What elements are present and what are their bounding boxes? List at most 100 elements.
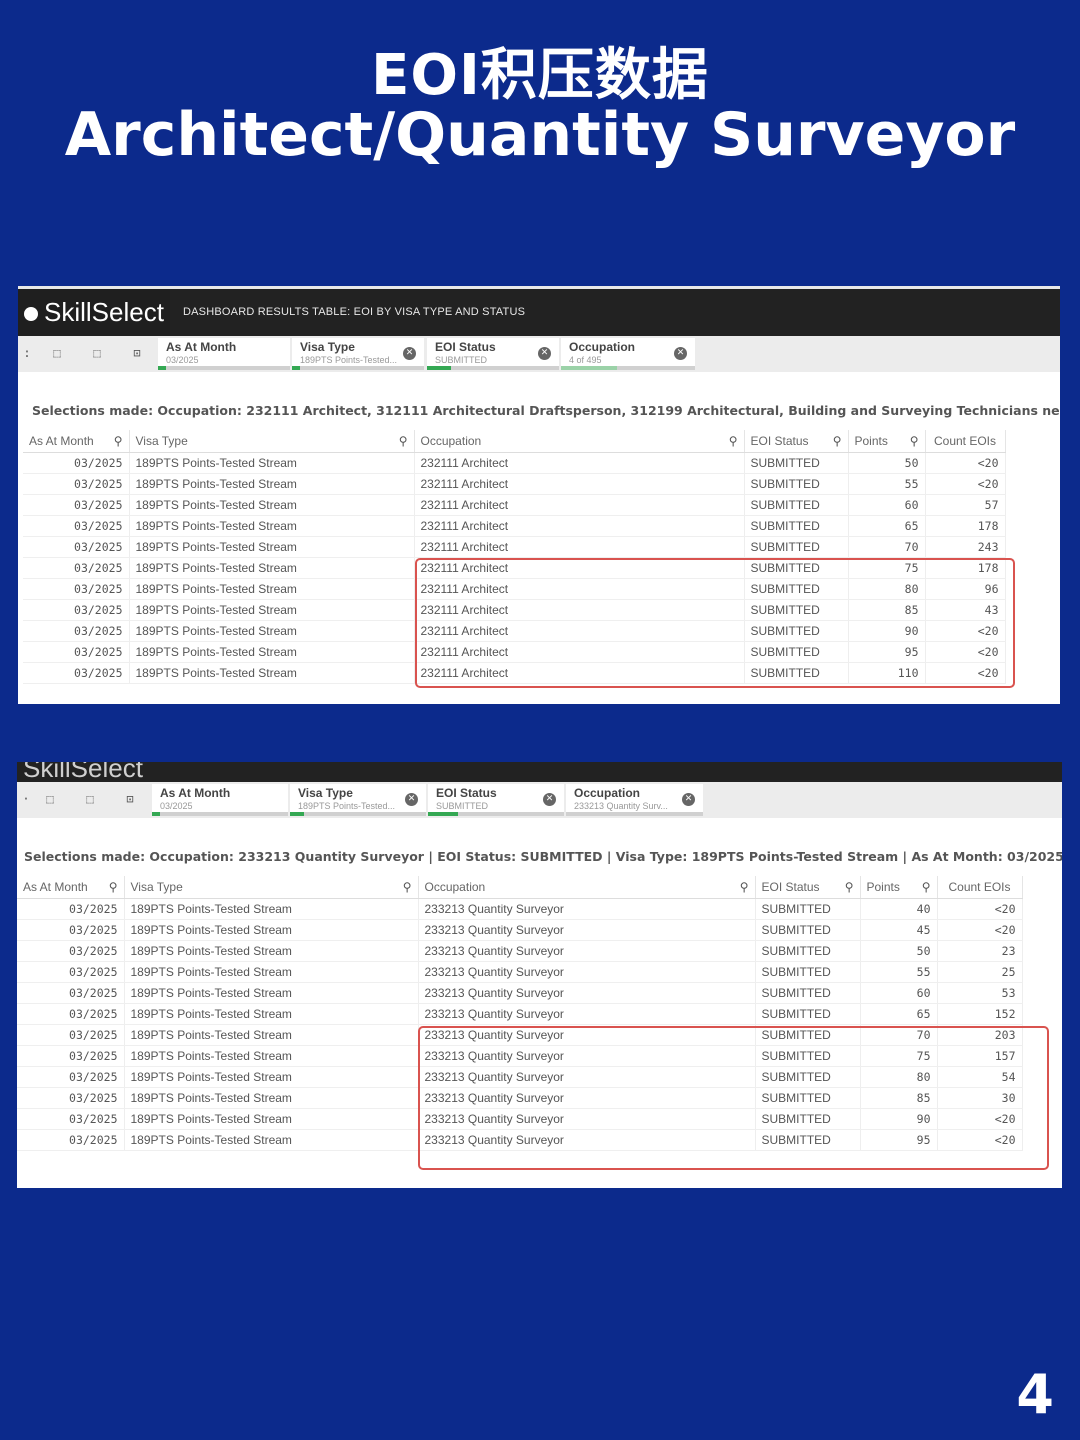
search-icon[interactable]: ⚲ [845,880,854,894]
column-header-count-eois[interactable]: Count EOIs [925,430,1006,453]
selection-forward-icon[interactable]: ⬚ [81,791,99,807]
filter-bar-indicator [427,366,451,370]
cell-points: 55 [860,961,938,983]
column-header-as-at-month[interactable]: As At Month ⚲ [17,876,125,899]
selection-forward-icon[interactable]: ⬚ [88,345,106,361]
cell-eoi-status: SUBMITTED [744,494,849,516]
filter-chip-eoi-status[interactable]: EOI Status SUBMITTED ✕ [427,338,559,370]
page-title: EOI积压数据 [371,43,709,108]
clear-filter-icon[interactable]: ✕ [538,347,551,360]
table-row[interactable]: 03/2025 189PTS Points-Tested Stream 233213… [17,919,1023,941]
column-header-points[interactable]: Points ⚲ [860,876,938,899]
search-icon[interactable]: ⚲ [833,434,842,448]
table-row[interactable]: 03/2025 189PTS Points-Tested Stream 232111… [23,515,1006,537]
search-icon[interactable]: ⚲ [740,880,749,894]
column-header-label: Points [866,880,900,894]
column-header-visa-type[interactable]: Visa Type ⚲ [129,430,415,453]
search-icon[interactable]: ⚲ [403,880,412,894]
cell-visa-type: 189PTS Points-Tested Stream [129,452,415,474]
filter-value: 03/2025 [166,355,199,365]
cell-eoi-status: SUBMITTED [744,452,849,474]
column-header-points[interactable]: Points ⚲ [848,430,926,453]
filter-chip-visa-type[interactable]: Visa Type 189PTS Points-Tested... ✕ [290,784,426,816]
filter-value: 233213 Quantity Surv... [574,801,668,811]
table-row[interactable]: 03/2025 189PTS Points-Tested Stream 233213… [17,982,1023,1004]
table-row[interactable]: 03/2025 189PTS Points-Tested Stream 233213… [17,1003,1023,1025]
filter-label: As At Month [166,340,237,354]
table-row[interactable]: 03/2025 189PTS Points-Tested Stream 233213… [17,961,1023,983]
filter-chip-occupation[interactable]: Occupation 233213 Quantity Surv... ✕ [566,784,703,816]
column-header-label: As At Month [29,434,94,448]
filter-label: Visa Type [298,786,353,800]
logo-icon [24,307,38,322]
filter-chip-visa-type[interactable]: Visa Type 189PTS Points-Tested... ✕ [292,338,424,370]
column-header-label: Points [854,434,888,448]
cell-occupation: 232111 Architect [414,536,745,558]
cell-visa-type: 189PTS Points-Tested Stream [129,641,415,663]
selection-back-icon[interactable]: ⬚ [41,791,59,807]
skillselect-logo: SkillSelect [18,289,170,336]
filter-chip-as-at-month[interactable]: As At Month 03/2025 [158,338,290,370]
cell-occupation: 232111 Architect [414,515,745,537]
clear-selections-icon[interactable]: ⊡ [128,345,146,361]
cell-count-eois: 25 [937,961,1023,983]
table-row[interactable]: 03/2025 189PTS Points-Tested Stream 232111… [23,452,1006,474]
table-row[interactable]: 03/2025 189PTS Points-Tested Stream 232111… [23,473,1006,495]
highlight-box [418,1026,1049,1170]
clear-filter-icon[interactable]: ✕ [405,793,418,806]
cell-as-at-month: 03/2025 [17,1045,125,1067]
column-header-eoi-status[interactable]: EOI Status ⚲ [755,876,861,899]
cell-as-at-month: 03/2025 [17,1024,125,1046]
search-icon[interactable]: ⚲ [109,880,118,894]
cell-visa-type: 189PTS Points-Tested Stream [129,662,415,684]
selection-back-icon[interactable]: ⬚ [48,345,66,361]
column-header-label: Visa Type [135,434,188,448]
cell-count-eois: 53 [937,982,1023,1004]
column-header-as-at-month[interactable]: As At Month ⚲ [23,430,130,453]
screenshot-panel-architect: SkillSelect DASHBOARD RESULTS TABLE: EOI… [18,286,1060,704]
clear-filter-icon[interactable]: ✕ [403,347,416,360]
search-icon[interactable]: ⚲ [114,434,123,448]
table-row[interactable]: 03/2025 189PTS Points-Tested Stream 233213… [17,940,1023,962]
clear-selections-icon[interactable]: ⊡ [121,791,139,807]
filter-bar-indicator [152,812,160,816]
search-icon[interactable]: ⚲ [922,880,931,894]
filter-bar: · ⬚ ⬚ ⊡ As At Month 03/2025 Visa Type 18… [17,782,1062,818]
clear-filter-icon[interactable]: ✕ [543,793,556,806]
dot-icon[interactable]: · [17,791,35,807]
filter-chip-occupation[interactable]: Occupation 4 of 495 ✕ [561,338,695,370]
column-header-visa-type[interactable]: Visa Type ⚲ [124,876,419,899]
column-header-occupation[interactable]: Occupation ⚲ [418,876,756,899]
search-icon[interactable]: ⚲ [399,434,408,448]
clear-filter-icon[interactable]: ✕ [674,347,687,360]
filter-value: SUBMITTED [436,801,489,811]
cell-visa-type: 189PTS Points-Tested Stream [129,494,415,516]
cell-points: 50 [848,452,926,474]
page-number: 4 [1016,1363,1054,1426]
search-icon[interactable]: ⚲ [910,434,919,448]
column-header-label: Occupation [420,434,482,448]
column-header-eoi-status[interactable]: EOI Status ⚲ [744,430,849,453]
filter-value: 189PTS Points-Tested... [300,355,398,365]
column-header-occupation[interactable]: Occupation ⚲ [414,430,745,453]
filter-value: 4 of 495 [569,355,602,365]
selections-made: Selections made: Occupation: 233213 Quan… [24,849,1062,864]
dot-icon[interactable]: : [18,345,36,361]
cell-eoi-status: SUBMITTED [755,1003,861,1025]
filter-chip-as-at-month[interactable]: As At Month 03/2025 [152,784,288,816]
cell-as-at-month: 03/2025 [17,1129,125,1151]
cell-visa-type: 189PTS Points-Tested Stream [129,515,415,537]
clear-filter-icon[interactable]: ✕ [682,793,695,806]
search-icon[interactable]: ⚲ [729,434,738,448]
table-row[interactable]: 03/2025 189PTS Points-Tested Stream 232111… [23,494,1006,516]
filter-chip-eoi-status[interactable]: EOI Status SUBMITTED ✕ [428,784,564,816]
cell-visa-type: 189PTS Points-Tested Stream [129,557,415,579]
cell-visa-type: 189PTS Points-Tested Stream [124,898,419,920]
column-header-count-eois[interactable]: Count EOIs [937,876,1023,899]
table-header-row: As At Month ⚲ Visa Type ⚲ Occupation ⚲ EOI … [23,430,1006,453]
table-row[interactable]: 03/2025 189PTS Points-Tested Stream 232111… [23,536,1006,558]
cell-visa-type: 189PTS Points-Tested Stream [129,578,415,600]
cell-points: 70 [848,536,926,558]
table-row[interactable]: 03/2025 189PTS Points-Tested Stream 233213… [17,898,1023,920]
logo-text: SkillSelect [23,762,143,782]
